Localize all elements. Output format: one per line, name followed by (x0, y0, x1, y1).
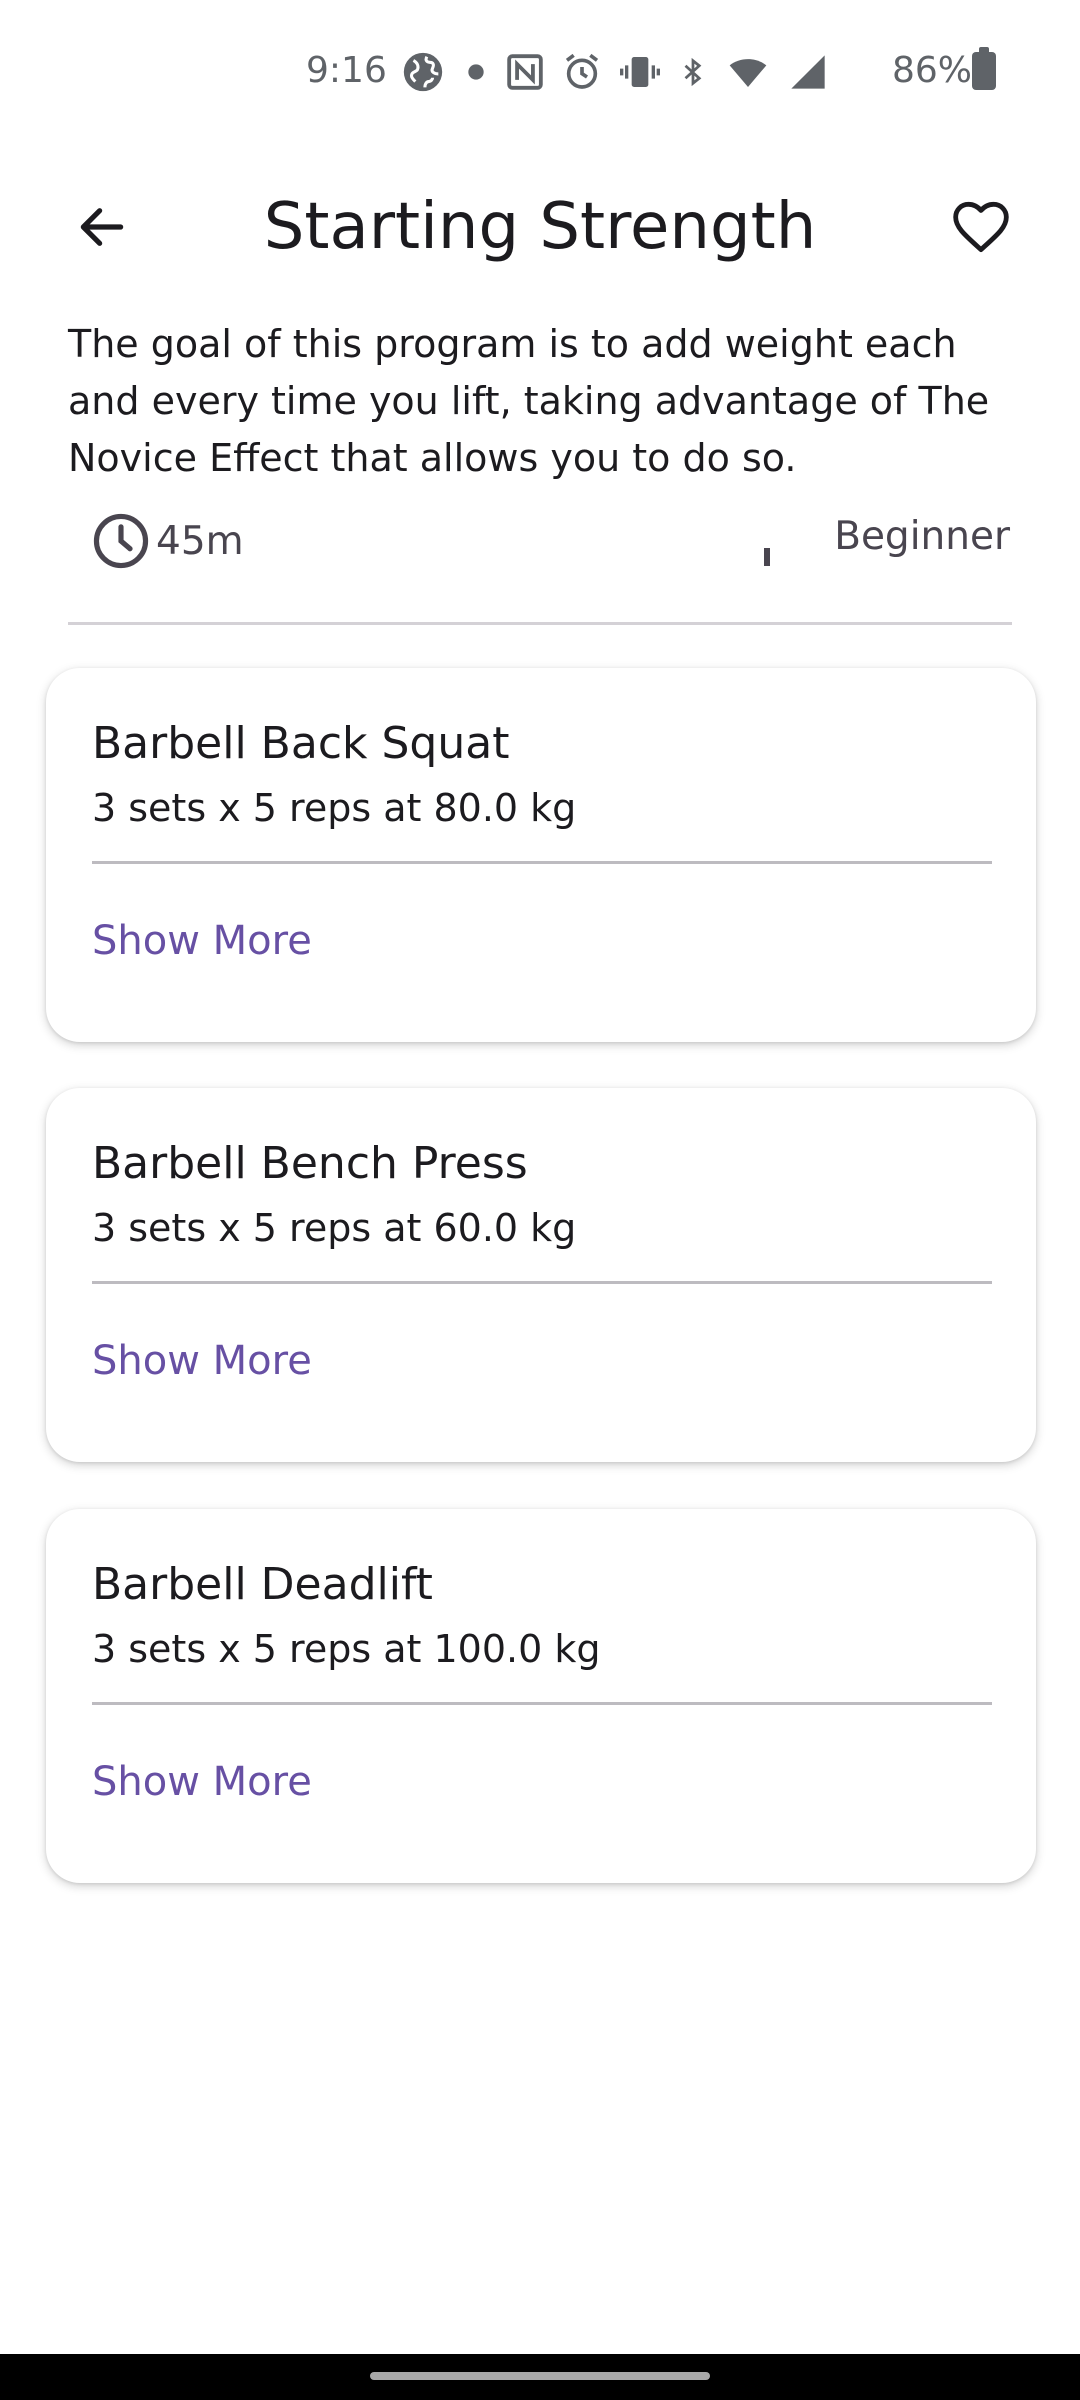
alarm-icon (565, 53, 599, 89)
exercise-name: Barbell Back Squat (92, 718, 510, 769)
exercise-name: Barbell Deadlift (92, 1559, 433, 1610)
dot-icon (468, 64, 484, 80)
level-indicator-icon (764, 548, 770, 566)
battery-icon (972, 47, 996, 90)
vibrate-icon (620, 57, 660, 87)
show-more-button[interactable]: Show More (92, 918, 312, 964)
status-icons (400, 44, 828, 100)
program-meta: 45m Beginner (90, 510, 1010, 576)
clock-icon (93, 513, 149, 569)
battery-percent: 86% (892, 50, 973, 91)
section-divider (68, 622, 1012, 625)
exercise-detail: 3 sets x 5 reps at 60.0 kg (92, 1206, 577, 1250)
exercise-card: Barbell Bench Press 3 sets x 5 reps at 6… (46, 1088, 1036, 1462)
exercise-name: Barbell Bench Press (92, 1138, 528, 1189)
top-app-bar: Starting Strength (0, 170, 1080, 280)
exercise-detail: 3 sets x 5 reps at 100.0 kg (92, 1627, 601, 1671)
difficulty-level: Beginner (834, 514, 1010, 559)
exercise-card: Barbell Back Squat 3 sets x 5 reps at 80… (46, 668, 1036, 1042)
signal-icon (791, 55, 825, 89)
page-title: Starting Strength (263, 190, 817, 264)
wifi-icon (729, 59, 767, 87)
bluetooth-icon (684, 57, 702, 87)
status-time: 9:16 (306, 50, 387, 91)
exercise-detail: 3 sets x 5 reps at 80.0 kg (92, 786, 577, 830)
duration: 45m (90, 510, 244, 572)
show-more-button[interactable]: Show More (92, 1759, 312, 1805)
show-more-button[interactable]: Show More (92, 1338, 312, 1384)
nfc-icon (507, 54, 543, 90)
duration-value: 45m (156, 518, 244, 564)
favorite-button[interactable] (944, 192, 1018, 262)
card-divider (92, 1281, 992, 1284)
home-gesture-handle[interactable] (370, 2372, 710, 2380)
program-description: The goal of this program is to add weigh… (68, 322, 990, 480)
globe-icon (403, 52, 443, 92)
card-divider (92, 1702, 992, 1705)
exercise-card: Barbell Deadlift 3 sets x 5 reps at 100.… (46, 1509, 1036, 1883)
card-divider (92, 861, 992, 864)
status-bar: 9:16 86% (0, 0, 1080, 140)
heart-outline-icon (953, 201, 1009, 253)
